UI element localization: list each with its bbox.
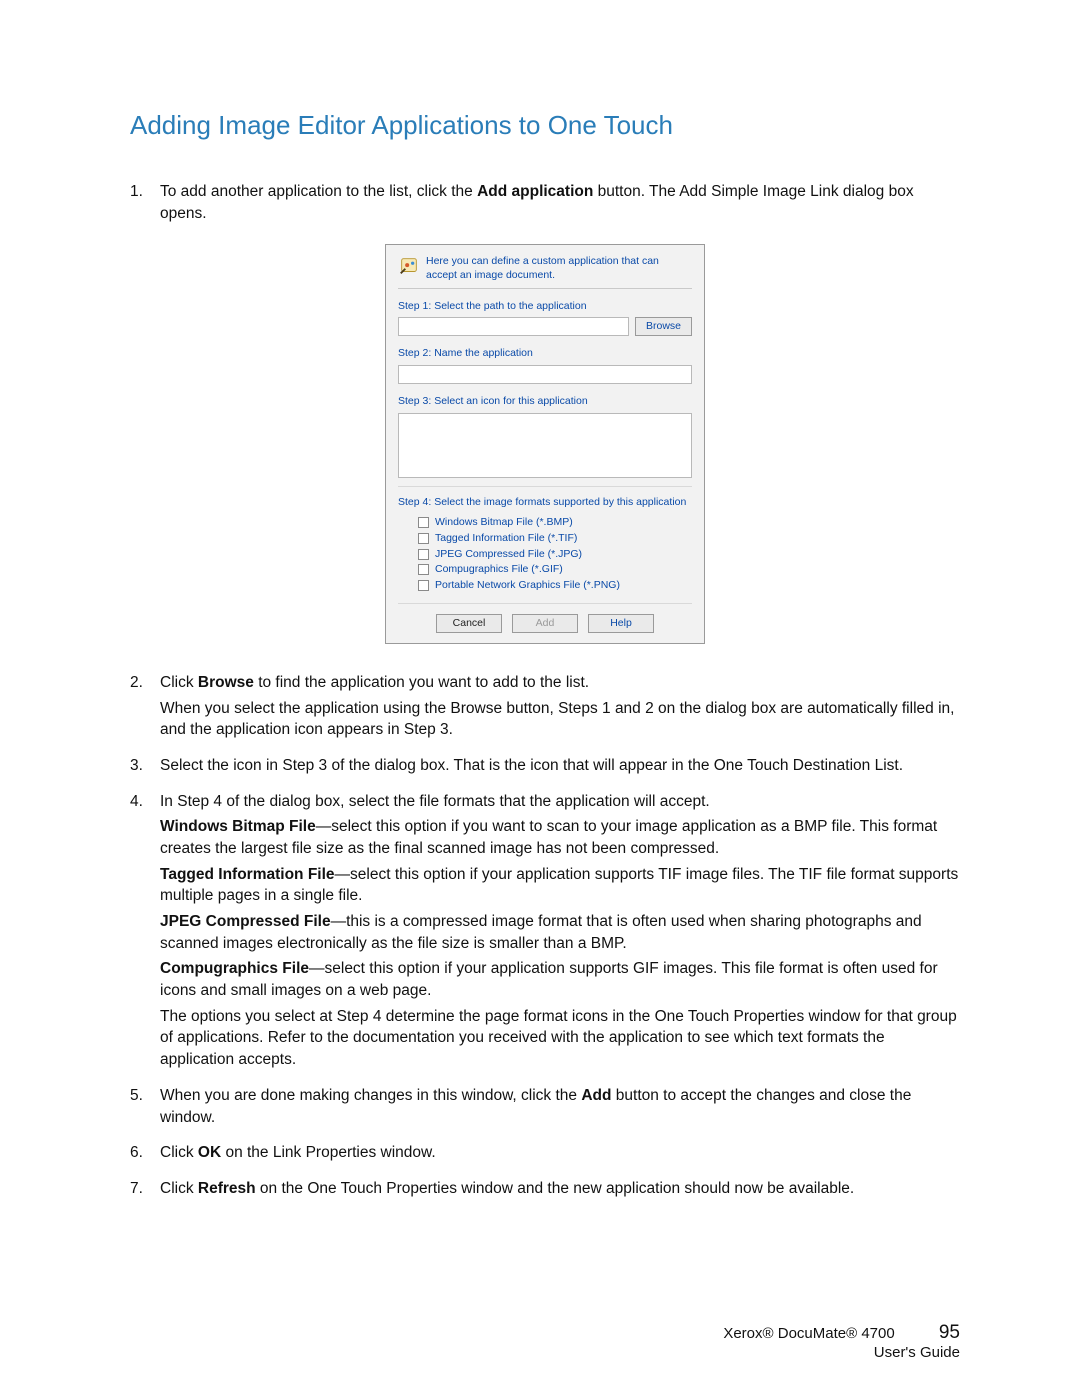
format-option-tif[interactable]: Tagged Information File (*.TIF) [418,531,692,546]
cancel-button[interactable]: Cancel [436,614,502,633]
add-term: Add [581,1087,611,1104]
step-number: 4. [130,791,160,1075]
format-option-jpg[interactable]: JPEG Compressed File (*.JPG) [418,547,692,562]
step-number: 5. [130,1085,160,1132]
step-number: 7. [130,1178,160,1204]
page-number: 95 [939,1322,960,1344]
icon-select-box[interactable] [398,413,692,478]
format-label: Windows Bitmap File (*.BMP) [435,515,573,530]
format-option-gif[interactable]: Compugraphics File (*.GIF) [418,562,692,577]
text: In Step 4 of the dialog box, select the … [160,791,960,813]
text: To add another application to the list, … [160,183,477,200]
step3-label: Step 3: Select an icon for this applicat… [398,394,692,409]
step-number: 6. [130,1142,160,1168]
ok-term: OK [198,1144,221,1161]
step2-label: Step 2: Name the application [398,346,692,361]
step-4: 4. In Step 4 of the dialog box, select t… [130,791,960,1075]
text: Click [160,674,198,691]
step-3: 3. Select the icon in Step 3 of the dial… [130,755,960,781]
gif-term: Compugraphics File [160,960,309,977]
checkbox-icon[interactable] [418,580,429,591]
tif-term: Tagged Information File [160,866,335,883]
step1-label: Step 1: Select the path to the applicati… [398,299,692,314]
name-input[interactable] [398,365,692,384]
text: Click [160,1180,198,1197]
step-2: 2. Click Browse to find the application … [130,672,960,745]
step-5: 5. When you are done making changes in t… [130,1085,960,1132]
text: The options you select at Step 4 determi… [160,1006,960,1071]
path-input[interactable] [398,317,629,336]
text: to find the application you want to add … [254,674,589,691]
browse-term: Browse [198,674,254,691]
step-6: 6. Click OK on the Link Properties windo… [130,1142,960,1168]
guide-name: User's Guide [723,1344,960,1361]
format-label: Portable Network Graphics File (*.PNG) [435,578,620,593]
page-title: Adding Image Editor Applications to One … [130,110,960,141]
format-option-png[interactable]: Portable Network Graphics File (*.PNG) [418,578,692,593]
text: on the Link Properties window. [221,1144,436,1161]
bmp-term: Windows Bitmap File [160,818,316,835]
dialog-figure: Here you can define a custom application… [130,244,960,643]
refresh-term: Refresh [198,1180,256,1197]
text: on the One Touch Properties window and t… [256,1180,855,1197]
text: When you select the application using th… [160,698,960,741]
text: When you are done making changes in this… [160,1087,581,1104]
checkbox-icon[interactable] [418,533,429,544]
text: Select the icon in Step 3 of the dialog … [160,755,960,777]
browse-button[interactable]: Browse [635,317,692,336]
step-number: 1. [130,181,160,228]
step-number: 3. [130,755,160,781]
format-label: Compugraphics File (*.GIF) [435,562,563,577]
checkbox-icon[interactable] [418,564,429,575]
dialog-header: Here you can define a custom application… [398,255,692,288]
step-1: 1. To add another application to the lis… [130,181,960,228]
step-number: 2. [130,672,160,745]
painter-icon [398,255,420,277]
add-button[interactable]: Add [512,614,578,633]
text: Click [160,1144,198,1161]
help-button[interactable]: Help [588,614,654,633]
step4-label: Step 4: Select the image formats support… [398,495,692,510]
add-application-term: Add application [477,183,593,200]
page-footer: Xerox® DocuMate® 4700 95 User's Guide [723,1322,960,1361]
format-option-bmp[interactable]: Windows Bitmap File (*.BMP) [418,515,692,530]
add-image-link-dialog: Here you can define a custom application… [385,244,705,643]
checkbox-icon[interactable] [418,549,429,560]
dialog-header-text: Here you can define a custom application… [426,255,692,281]
jpg-term: JPEG Compressed File [160,913,331,930]
format-label: JPEG Compressed File (*.JPG) [435,547,582,562]
step-7: 7. Click Refresh on the One Touch Proper… [130,1178,960,1204]
format-label: Tagged Information File (*.TIF) [435,531,577,546]
product-name: Xerox® DocuMate® 4700 [723,1325,894,1342]
checkbox-icon[interactable] [418,517,429,528]
